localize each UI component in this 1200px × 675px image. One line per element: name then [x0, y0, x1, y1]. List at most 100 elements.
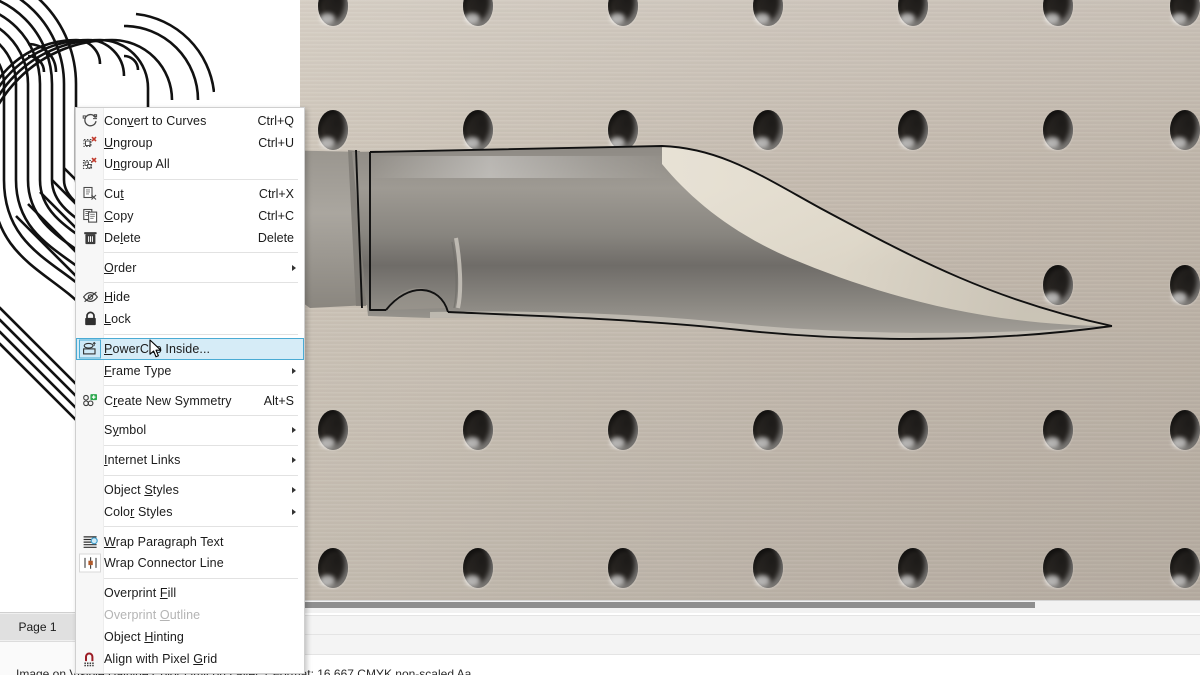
menu-item-label: Overprint Fill: [104, 586, 294, 600]
menu-item-label: Order: [104, 261, 304, 275]
menu-item-label: Ungroup: [104, 136, 258, 150]
menu-item-label: Wrap Paragraph Text: [104, 535, 294, 549]
menu-item-label: Hide: [104, 290, 294, 304]
copy-icon: [79, 207, 101, 226]
page-tab-page-1[interactable]: Page 1: [0, 614, 76, 640]
menu-item-label: Lock: [104, 312, 294, 326]
menu-item-wrap-paragraph-text[interactable]: Wrap Paragraph Text: [76, 531, 304, 553]
menu-item-label: Align with Pixel Grid: [104, 652, 294, 666]
menu-separator: [104, 282, 298, 283]
menu-item-label: Wrap Connector Line: [104, 556, 294, 570]
lock-icon: [79, 310, 101, 329]
pegboard-hole: [1043, 410, 1073, 450]
pegboard-hole: [1170, 548, 1200, 588]
pegboard-hole: [1170, 410, 1200, 450]
menu-item-color-styles[interactable]: Color Styles: [76, 501, 304, 523]
align-pixel-grid-icon: [79, 649, 101, 668]
menu-item-shortcut: Ctrl+X: [259, 187, 304, 201]
ui-divider: [300, 615, 1200, 616]
ui-divider: [300, 654, 1200, 655]
ungroup-all-icon: [79, 155, 101, 174]
cut-icon: [79, 185, 101, 204]
wrap-connector-line-icon: [79, 554, 101, 573]
menu-item-shortcut: Ctrl+Q: [258, 114, 304, 128]
menu-separator: [104, 445, 298, 446]
ui-band: [300, 635, 1200, 654]
chevron-right-icon: [292, 509, 296, 515]
menu-item-frame-type[interactable]: Frame Type: [76, 360, 304, 382]
menu-item-overprint-fill[interactable]: Overprint Fill: [76, 582, 304, 604]
menu-item-label: Cut: [104, 187, 259, 201]
menu-separator: [104, 334, 298, 335]
powerclip-icon: [79, 340, 101, 359]
menu-item-lock[interactable]: Lock: [76, 308, 304, 330]
menu-item-label: Object Hinting: [104, 630, 294, 644]
menu-item-cut[interactable]: Cut Ctrl+X: [76, 183, 304, 205]
menu-item-label: Copy: [104, 209, 258, 223]
menu-separator: [104, 475, 298, 476]
menu-item-delete[interactable]: Delete Delete: [76, 227, 304, 249]
menu-item-label: Color Styles: [104, 505, 304, 519]
menu-separator: [104, 415, 298, 416]
menu-item-create-new-symmetry[interactable]: Create New Symmetry Alt+S: [76, 390, 304, 412]
pegboard-hole: [1043, 548, 1073, 588]
menu-item-align-with-pixel-grid[interactable]: Align with Pixel Grid: [76, 648, 304, 670]
menu-item-overprint-outline: Overprint Outline: [76, 604, 304, 626]
menu-item-copy[interactable]: Copy Ctrl+C: [76, 205, 304, 227]
menu-separator: [104, 179, 298, 180]
knife-blade-object[interactable]: [300, 130, 1170, 360]
menu-item-internet-links[interactable]: Internet Links: [76, 449, 304, 471]
menu-item-label: Create New Symmetry: [104, 394, 264, 408]
app-root: Page 1 Image on Visible Hairline Color L…: [0, 0, 1200, 675]
menu-item-ungroup-all[interactable]: Ungroup All: [76, 154, 304, 176]
menu-item-object-styles[interactable]: Object Styles: [76, 479, 304, 501]
menu-item-shortcut: Ctrl+U: [258, 136, 304, 150]
chevron-right-icon: [292, 368, 296, 374]
menu-item-convert-to-curves[interactable]: Convert to Curves Ctrl+Q: [76, 110, 304, 132]
pegboard-hole: [463, 548, 493, 588]
pegboard-hole: [608, 410, 638, 450]
menu-item-label: Frame Type: [104, 364, 304, 378]
horizontal-scrollbar-thumb[interactable]: [302, 602, 1035, 608]
menu-item-hide[interactable]: Hide: [76, 287, 304, 309]
hide-eye-icon: [79, 288, 101, 307]
menu-item-shortcut: Delete: [258, 231, 304, 245]
menu-item-label: Overprint Outline: [104, 608, 294, 622]
menu-item-label: Convert to Curves: [104, 114, 258, 128]
chevron-right-icon: [292, 487, 296, 493]
pegboard-hole: [318, 410, 348, 450]
horizontal-scrollbar-track[interactable]: [300, 600, 1200, 614]
pegboard-hole: [898, 410, 928, 450]
menu-item-wrap-connector-line[interactable]: Wrap Connector Line: [76, 553, 304, 575]
menu-item-label: Ungroup All: [104, 157, 294, 171]
menu-separator: [104, 385, 298, 386]
knife-photo-pane[interactable]: [300, 0, 1200, 600]
object-context-menu[interactable]: Convert to Curves Ctrl+Q Ungroup Ctrl+U …: [75, 107, 305, 674]
page-tab-label: Page 1: [18, 620, 56, 634]
menu-item-ungroup[interactable]: Ungroup Ctrl+U: [76, 132, 304, 154]
pegboard-hole: [753, 410, 783, 450]
trash-icon: [79, 228, 101, 247]
pegboard-hole: [1170, 110, 1200, 150]
pegboard-hole: [318, 548, 348, 588]
menu-item-object-hinting[interactable]: Object Hinting: [76, 626, 304, 648]
pegboard-hole: [463, 410, 493, 450]
menu-item-label: Object Styles: [104, 483, 304, 497]
menu-separator: [104, 526, 298, 527]
menu-item-order[interactable]: Order: [76, 257, 304, 279]
menu-item-label: Symbol: [104, 423, 304, 437]
menu-item-label: Delete: [104, 231, 258, 245]
wrap-paragraph-text-icon: [79, 532, 101, 551]
chevron-right-icon: [292, 265, 296, 271]
menu-item-powerclip-inside[interactable]: PowerClip Inside...: [76, 338, 304, 360]
menu-separator: [104, 578, 298, 579]
chevron-right-icon: [292, 427, 296, 433]
ui-band: [300, 616, 1200, 634]
menu-item-symbol[interactable]: Symbol: [76, 420, 304, 442]
pegboard-hole: [608, 548, 638, 588]
pegboard-hole: [753, 548, 783, 588]
menu-item-shortcut: Ctrl+C: [258, 209, 304, 223]
chevron-right-icon: [292, 457, 296, 463]
menu-item-shortcut: Alt+S: [264, 394, 304, 408]
pegboard-hole: [898, 548, 928, 588]
